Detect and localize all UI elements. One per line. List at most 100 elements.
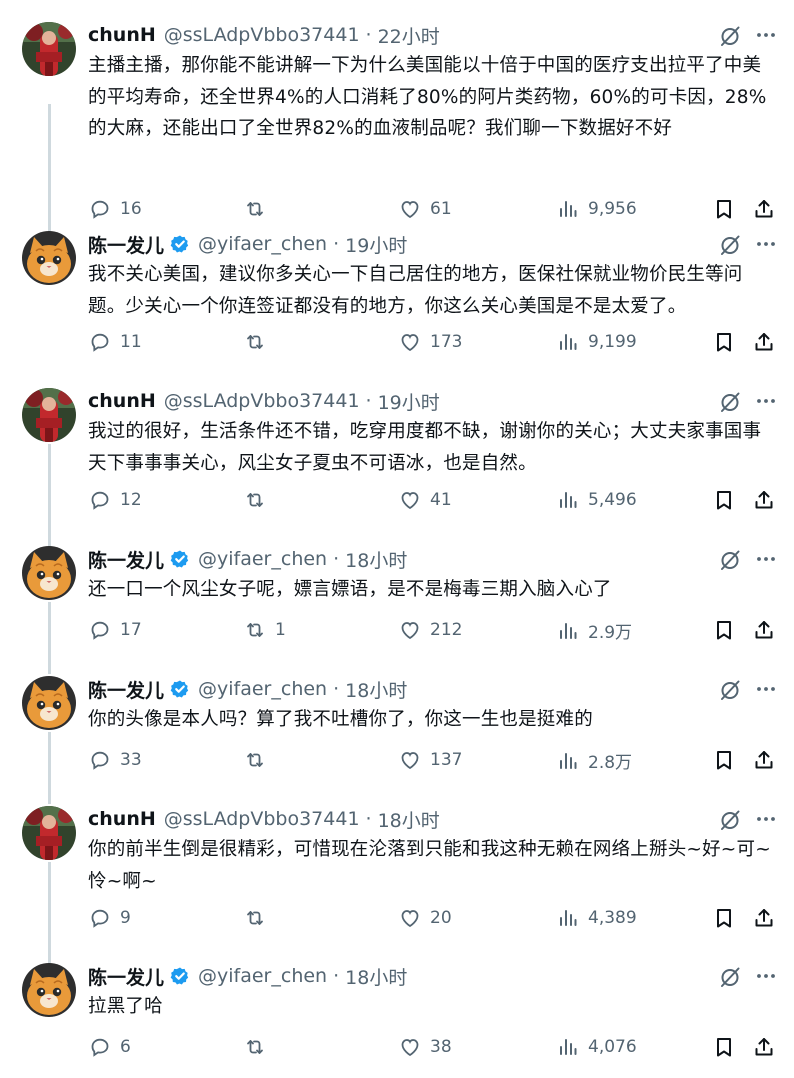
views-button[interactable]: 2.9万 bbox=[556, 618, 632, 643]
user-handle[interactable]: @ssLAdpVbbo37441 bbox=[164, 390, 360, 412]
avatar[interactable] bbox=[22, 806, 76, 860]
reply-button[interactable]: 16 bbox=[88, 197, 142, 221]
display-name[interactable]: chunH bbox=[88, 24, 156, 46]
bookmark-button[interactable] bbox=[712, 748, 736, 772]
display-name[interactable]: chunH bbox=[88, 808, 156, 830]
user-handle[interactable]: @yifaer_chen bbox=[198, 233, 327, 255]
user-handle[interactable]: @ssLAdpVbbo37441 bbox=[164, 24, 360, 46]
like-button[interactable]: 61 bbox=[398, 197, 452, 221]
timestamp[interactable]: 22小时 bbox=[378, 22, 440, 49]
user-handle[interactable]: @yifaer_chen bbox=[198, 678, 327, 700]
tweet[interactable]: 陈一发儿 @yifaer_chen · 19小时 我不关心美国，建议你多关心一下… bbox=[0, 231, 794, 358]
grok-icon[interactable] bbox=[718, 808, 742, 832]
grok-icon[interactable] bbox=[718, 678, 742, 702]
tweet[interactable]: 陈一发儿 @yifaer_chen · 18小时 还一口一个风尘女子呢，嫖言嫖语… bbox=[0, 546, 794, 674]
avatar[interactable] bbox=[22, 388, 76, 442]
timestamp[interactable]: 19小时 bbox=[345, 231, 407, 258]
like-button[interactable]: 38 bbox=[398, 1035, 452, 1059]
share-button[interactable] bbox=[752, 488, 776, 512]
like-button[interactable]: 212 bbox=[398, 618, 462, 642]
reply-button[interactable]: 12 bbox=[88, 488, 142, 512]
grok-icon[interactable] bbox=[718, 233, 742, 257]
display-name[interactable]: 陈一发儿 bbox=[88, 676, 164, 703]
grok-icon[interactable] bbox=[718, 965, 742, 989]
views-button[interactable]: 9,199 bbox=[556, 330, 637, 354]
display-name[interactable]: chunH bbox=[88, 390, 156, 412]
like-button[interactable]: 41 bbox=[398, 488, 452, 512]
tweet[interactable]: chunH @ssLAdpVbbo37441 · 19小时 我过的很好，生活条件… bbox=[0, 388, 794, 548]
tweet[interactable]: 陈一发儿 @yifaer_chen · 18小时 拉黑了哈 6 38 4,076 bbox=[0, 963, 794, 1063]
share-icon bbox=[752, 1035, 776, 1059]
bookmark-button[interactable] bbox=[712, 197, 736, 221]
share-button[interactable] bbox=[752, 906, 776, 930]
heart-icon bbox=[398, 197, 430, 221]
bookmark-button[interactable] bbox=[712, 906, 736, 930]
timestamp[interactable]: 18小时 bbox=[345, 546, 407, 573]
avatar[interactable] bbox=[22, 22, 76, 76]
like-count: 38 bbox=[430, 1037, 452, 1057]
tweet-text: 你的头像是本人吗？算了我不吐槽你了，你这一生也是挺难的 bbox=[88, 709, 593, 730]
reply-button[interactable]: 17 bbox=[88, 618, 142, 642]
tweet[interactable]: chunH @ssLAdpVbbo37441 · 18小时 你的前半生倒是很精彩… bbox=[0, 806, 794, 966]
display-name[interactable]: 陈一发儿 bbox=[88, 231, 164, 258]
user-handle[interactable]: @ssLAdpVbbo37441 bbox=[164, 808, 360, 830]
reply-button[interactable]: 33 bbox=[88, 748, 142, 772]
grok-icon[interactable] bbox=[718, 24, 742, 48]
display-name[interactable]: 陈一发儿 bbox=[88, 546, 164, 573]
grok-icon[interactable] bbox=[718, 390, 742, 414]
more-icon[interactable] bbox=[754, 964, 778, 988]
avatar[interactable] bbox=[22, 231, 76, 285]
share-button[interactable] bbox=[752, 1035, 776, 1059]
grok-icon[interactable] bbox=[718, 548, 742, 572]
retweet-button[interactable] bbox=[243, 488, 275, 512]
timestamp[interactable]: 18小时 bbox=[378, 806, 440, 833]
avatar[interactable] bbox=[22, 546, 76, 600]
retweet-button[interactable] bbox=[243, 197, 275, 221]
reply-button[interactable]: 6 bbox=[88, 1035, 131, 1059]
more-icon[interactable] bbox=[754, 23, 778, 47]
more-icon[interactable] bbox=[754, 232, 778, 256]
like-button[interactable]: 137 bbox=[398, 748, 462, 772]
tweet[interactable]: 陈一发儿 @yifaer_chen · 18小时 你的头像是本人吗？算了我不吐槽… bbox=[0, 676, 794, 804]
like-button[interactable]: 173 bbox=[398, 330, 462, 354]
share-button[interactable] bbox=[752, 197, 776, 221]
tweet-actions: 17 1 212 2.9万 bbox=[88, 618, 778, 644]
views-button[interactable]: 4,076 bbox=[556, 1035, 637, 1059]
retweet-button[interactable] bbox=[243, 1035, 275, 1059]
bookmark-button[interactable] bbox=[712, 330, 736, 354]
display-name[interactable]: 陈一发儿 bbox=[88, 963, 164, 990]
views-button[interactable]: 2.8万 bbox=[556, 748, 632, 773]
retweet-button[interactable] bbox=[243, 748, 275, 772]
bookmark-button[interactable] bbox=[712, 1035, 736, 1059]
avatar[interactable] bbox=[22, 963, 76, 1017]
bookmark-button[interactable] bbox=[712, 618, 736, 642]
reply-button[interactable]: 9 bbox=[88, 906, 131, 930]
user-handle[interactable]: @yifaer_chen bbox=[198, 548, 327, 570]
retweet-button[interactable] bbox=[243, 906, 275, 930]
avatar[interactable] bbox=[22, 676, 76, 730]
reply-button[interactable]: 11 bbox=[88, 330, 142, 354]
share-button[interactable] bbox=[752, 618, 776, 642]
tweet-header: 陈一发儿 @yifaer_chen · 18小时 bbox=[88, 963, 407, 989]
timestamp[interactable]: 18小时 bbox=[345, 676, 407, 703]
retweet-button[interactable]: 1 bbox=[243, 618, 286, 642]
share-button[interactable] bbox=[752, 748, 776, 772]
views-button[interactable]: 5,496 bbox=[556, 488, 637, 512]
more-icon[interactable] bbox=[754, 389, 778, 413]
user-handle[interactable]: @yifaer_chen bbox=[198, 965, 327, 987]
like-button[interactable]: 20 bbox=[398, 906, 452, 930]
separator-dot: · bbox=[333, 678, 340, 700]
tweet[interactable]: chunH @ssLAdpVbbo37441 · 22小时 主播主播，那你能不能… bbox=[0, 22, 794, 247]
retweet-button[interactable] bbox=[243, 330, 275, 354]
more-icon[interactable] bbox=[754, 547, 778, 571]
views-button[interactable]: 4,389 bbox=[556, 906, 637, 930]
bookmark-button[interactable] bbox=[712, 488, 736, 512]
timestamp[interactable]: 19小时 bbox=[378, 388, 440, 415]
views-button[interactable]: 9,956 bbox=[556, 197, 637, 221]
more-icon[interactable] bbox=[754, 807, 778, 831]
timestamp[interactable]: 18小时 bbox=[345, 963, 407, 990]
like-count: 212 bbox=[430, 620, 463, 640]
bookmark-icon bbox=[712, 906, 736, 930]
more-icon[interactable] bbox=[754, 677, 778, 701]
share-button[interactable] bbox=[752, 330, 776, 354]
